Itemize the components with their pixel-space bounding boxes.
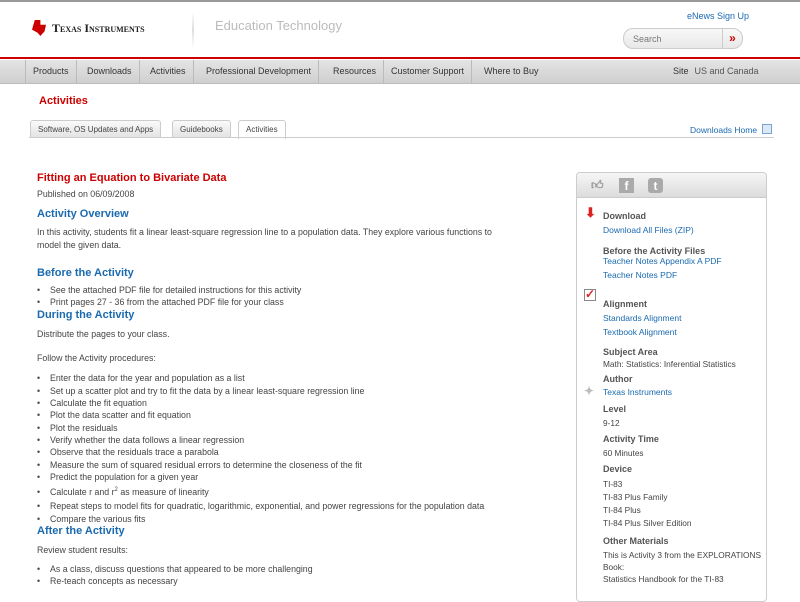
before-heading: Before the Activity [37,267,134,279]
list-item: Measure the sum of squared residual erro… [37,460,362,470]
list-item: Plot the data scatter and fit equation [37,410,191,420]
author-link[interactable]: Texas Instruments [603,387,672,397]
other-heading: Other Materials [603,536,669,546]
download-heading: Download [603,211,646,221]
ti-logo-icon [32,20,46,36]
tab-rule [29,137,774,138]
checkbox-icon: ✓ [584,287,596,301]
list-item: Re-teach concepts as necessary [37,576,178,586]
facebook-icon[interactable]: f [619,178,634,193]
brand-name: Texas Instruments [52,20,145,35]
list-item: Repeat steps to model fits for quadratic… [37,501,484,511]
list-item: Compare the various fits [37,514,145,524]
file-link[interactable]: Teacher Notes Appendix A PDF [603,256,722,266]
download-icon: ⬇ [585,205,596,220]
like-icon[interactable]: 👍︎ [591,178,604,193]
tab-software[interactable]: Software, OS Updates and Apps [30,120,162,138]
alignment-heading: Alignment [603,299,647,309]
texas-icon: ✦ [584,384,595,398]
enews-link[interactable]: eNews Sign Up [687,11,749,21]
site-selector[interactable]: Site US and Canada [673,66,759,76]
device-item: TI-84 Plus Silver Edition [603,518,692,528]
sidebar: 👍︎ f t ⬇ Download Download All Files (ZI… [576,172,767,602]
r2-text: Calculate r and r [50,487,115,497]
overview-text: In this activity, students fit a linear … [37,227,492,237]
share-bar: 👍︎ f t [577,173,766,198]
after-heading: After the Activity [37,525,125,537]
top-border [0,0,800,2]
list-item: Verify whether the data follows a linear… [37,435,244,445]
divider [192,12,194,48]
list-item: Predict the population for a given year [37,472,198,482]
list-item: Print pages 27 - 36 from the attached PD… [37,297,284,307]
site-label: Site [673,66,689,76]
device-item: TI-83 Plus Family [603,492,668,502]
before-files-heading: Before the Activity Files [603,246,706,256]
downloads-home-link[interactable]: Downloads Home [690,125,757,135]
device-item: TI-84 Plus [603,505,641,515]
list-item: As a class, discuss questions that appea… [37,564,313,574]
activity-title: Fitting an Equation to Bivariate Data [37,172,227,184]
search-input[interactable]: Search [624,34,722,44]
r2-text: as measure of linearity [117,487,209,497]
textbook-alignment-link[interactable]: Textbook Alignment [603,327,677,337]
ti-logo[interactable]: Texas Instruments [32,20,145,36]
level-heading: Level [603,404,627,414]
list-item: See the attached PDF file for detailed i… [37,285,301,295]
during-text: Distribute the pages to your class. [37,329,170,339]
file-link[interactable]: Teacher Notes PDF [603,270,677,280]
nav-customer-support[interactable]: Customer Support [384,60,473,84]
device-heading: Device [603,464,633,474]
twitter-icon[interactable]: t [648,178,663,193]
red-rule [0,57,800,59]
other-text: This is Activity 3 from the EXPLORATIONS [603,550,761,560]
overview-heading: Activity Overview [37,208,129,220]
subject-value: Math: Statistics: Inferential Statistics [603,359,736,369]
section-title: Education Technology [215,18,342,33]
site-value[interactable]: US and Canada [695,66,759,76]
download-all-link[interactable]: Download All Files (ZIP) [603,225,694,235]
during-text: Follow the Activity procedures: [37,353,156,363]
list-item: Observe that the residuals trace a parab… [37,447,219,457]
after-text: Review student results: [37,545,128,555]
list-item: Plot the residuals [37,423,117,433]
home-icon[interactable] [762,124,772,134]
list-item: Set up a scatter plot and try to fit the… [37,386,364,396]
nav-downloads[interactable]: Downloads [80,60,140,84]
tab-guidebooks[interactable]: Guidebooks [172,120,231,138]
search-go-button[interactable]: » [722,29,742,48]
nav-professional-development[interactable]: Professional Development [199,60,320,84]
other-text: Book: [603,562,625,572]
other-text: Statistics Handbook for the TI-83 [603,574,724,584]
list-item: Calculate r and r2 as measure of lineari… [37,487,209,497]
nav-resources[interactable]: Resources [326,60,385,84]
nav-where-to-buy[interactable]: Where to Buy [477,60,546,84]
standards-alignment-link[interactable]: Standards Alignment [603,313,681,323]
subject-heading: Subject Area [603,347,658,357]
list-item: Calculate the fit equation [37,398,147,408]
published-date: Published on 06/09/2008 [37,189,135,199]
overview-text: model the given data. [37,240,122,250]
nav-activities[interactable]: Activities [143,60,194,84]
nav-products[interactable]: Products [26,60,77,84]
during-heading: During the Activity [37,309,135,321]
time-value: 60 Minutes [603,448,644,458]
author-heading: Author [603,374,633,384]
list-item: Enter the data for the year and populati… [37,373,245,383]
device-item: TI-83 [603,479,623,489]
time-heading: Activity Time [603,434,659,444]
search-box[interactable]: Search» [623,28,743,49]
level-value: 9-12 [603,418,620,428]
page-title: Activities [39,95,88,107]
